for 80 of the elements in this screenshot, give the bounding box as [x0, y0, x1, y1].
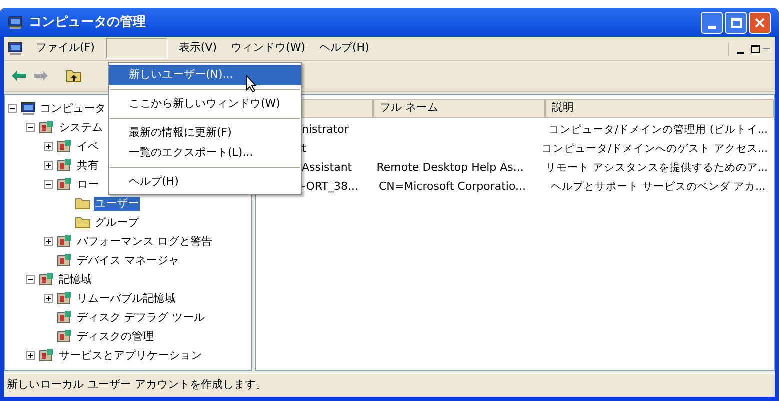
table-cell: コンピュータ/ドメインへのゲスト アクセス...	[542, 143, 768, 156]
table-cell: ヘルプとサポート サービスのベンダ アカ...	[551, 181, 766, 194]
expand-toggle[interactable]	[44, 237, 53, 246]
cursor-icon	[246, 75, 258, 93]
tree-item[interactable]: 記憶域	[58, 272, 93, 286]
menu-item[interactable]: ファイル(F)	[29, 38, 102, 59]
tool-icon	[57, 291, 73, 306]
window-title: コンピュータの管理	[29, 14, 146, 32]
close-icon	[755, 18, 765, 28]
expand-toggle[interactable]	[44, 294, 53, 303]
collapse-toggle[interactable]	[26, 123, 35, 132]
tree-item[interactable]: ロー	[76, 178, 100, 192]
table-cell-text: t	[302, 141, 306, 158]
table-cell-text: Assistant	[302, 160, 352, 176]
minus-icon	[9, 105, 16, 112]
plus-icon	[27, 352, 34, 359]
computer-icon	[21, 102, 36, 116]
minus-icon	[27, 124, 34, 131]
tree-item[interactable]: リムーバブル記憶域	[76, 292, 177, 306]
plus-icon	[45, 162, 52, 169]
column-header[interactable]: フル ネーム	[373, 99, 545, 118]
tree-item[interactable]: ユーザー	[94, 196, 140, 210]
menu-item[interactable]: ウィンドウ(W)	[224, 38, 312, 59]
menu-item[interactable]: ここから新しいウィンドウ(W)	[109, 94, 301, 114]
table-cell: CN=Microsoft Corporatio...	[379, 180, 526, 194]
minus-icon	[45, 181, 52, 188]
tree-item[interactable]: ディスク デフラグ ツール	[76, 310, 206, 324]
expand-toggle[interactable]	[44, 161, 53, 170]
minimize-button[interactable]	[701, 12, 723, 34]
tool-icon	[57, 158, 73, 173]
expand-toggle[interactable]	[26, 351, 35, 360]
tree-item[interactable]: 共有	[76, 158, 100, 172]
tree-item[interactable]: サービスとアプリケーション	[58, 348, 203, 362]
table-cell-text: -ORT_38...	[302, 179, 358, 196]
close-button[interactable]	[749, 12, 771, 34]
tree-item[interactable]: イベ	[76, 140, 100, 154]
menu-item[interactable]: 一覧のエクスポート(L)...	[109, 143, 301, 163]
tool-icon	[57, 310, 73, 325]
tree-item[interactable]: デバイス マネージャ	[76, 254, 180, 268]
table-cell: コンピュータ/ドメインの管理用 (ビルトイ...	[549, 124, 768, 136]
tool-icon	[57, 177, 73, 192]
menu-item[interactable]	[106, 38, 168, 59]
tool-icon	[57, 329, 73, 344]
plus-icon	[45, 143, 52, 150]
menu-item[interactable]: ヘルプ(H)	[312, 38, 376, 59]
table-cell: リモート アシスタンスを提供するためのア...	[546, 162, 768, 174]
tool-icon	[39, 272, 55, 287]
folder-up-icon	[66, 69, 82, 83]
folder-icon	[75, 216, 91, 229]
menu-item[interactable]: 最新の情報に更新(F)	[109, 123, 301, 143]
menu-item[interactable]: 新しいユーザー(N)...	[109, 65, 301, 85]
maximize-button[interactable]	[725, 12, 747, 34]
collapse-toggle[interactable]	[8, 104, 17, 113]
menu-item[interactable]: ヘルプ(H)	[109, 172, 301, 192]
tree-item[interactable]: ディスクの管理	[76, 330, 155, 344]
tree-item[interactable]: パフォーマンス ログと警告	[76, 234, 214, 248]
back-arrow-icon	[12, 71, 26, 81]
app-icon	[8, 16, 23, 30]
tool-icon	[39, 348, 55, 363]
status-text: 新しいローカル ユーザー アカウントを作成します。	[7, 377, 267, 394]
menu-item[interactable]: 表示(V)	[172, 38, 224, 59]
tree-item[interactable]: システム	[58, 120, 104, 134]
table-cell: Remote Desktop Help As...	[376, 161, 524, 174]
tool-icon	[39, 120, 55, 135]
tool-icon	[57, 253, 73, 268]
forward-arrow-icon	[34, 71, 48, 81]
tree-item[interactable]: コンピュータ	[39, 102, 107, 116]
plus-icon	[45, 295, 52, 302]
plus-icon	[45, 238, 52, 245]
tool-icon	[57, 139, 73, 154]
tool-icon	[57, 234, 73, 249]
table-cell-text: nistrator	[302, 122, 349, 138]
column-header[interactable]: 説明	[545, 99, 774, 118]
expand-toggle[interactable]	[44, 142, 53, 151]
tree-item[interactable]: グループ	[94, 216, 140, 230]
folder-icon	[75, 197, 91, 210]
window-menu-icon	[8, 42, 23, 56]
collapse-toggle[interactable]	[26, 275, 35, 284]
minus-icon	[27, 276, 34, 283]
collapse-toggle[interactable]	[44, 180, 53, 189]
